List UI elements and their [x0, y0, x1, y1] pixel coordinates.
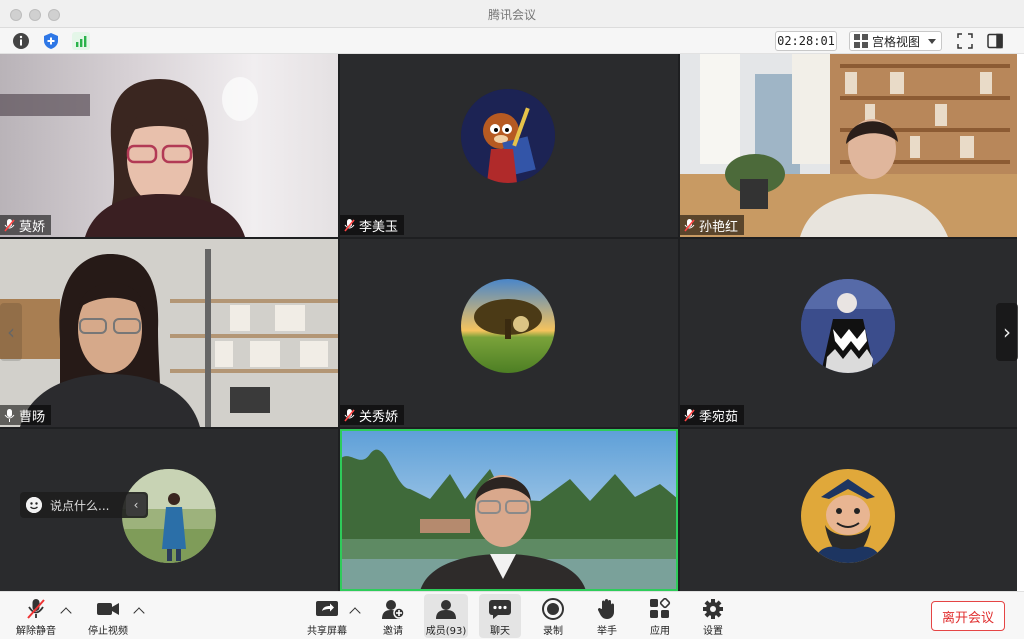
apps-icon: [648, 597, 672, 620]
members-icon: [434, 598, 458, 620]
participant-tile[interactable]: 孙艳红: [680, 54, 1017, 237]
prev-page-button[interactable]: ‹: [0, 303, 22, 361]
chat-button[interactable]: 聊天: [479, 594, 521, 638]
raise-hand-label: 举手: [597, 626, 617, 637]
participant-video: [340, 429, 678, 591]
window-title: 腾讯会议: [487, 8, 536, 22]
grid-view-icon: [854, 34, 868, 48]
shield-icon[interactable]: [41, 31, 61, 51]
participant-avatar: [801, 469, 895, 563]
meeting-window: 腾讯会议 02:28:01 宫格视图 莫娇 李美玉 孙艳红 曹旸 关秀娇 季宛茹…: [0, 0, 1024, 639]
share-screen-icon: [315, 598, 339, 620]
meeting-controls-bar: 解除静音 停止视频 共享屏幕 邀请 成员(93) 聊天 录制 举手 应用 设置 …: [0, 591, 1024, 639]
audio-options-chevron-icon[interactable]: [60, 607, 72, 619]
participant-name: 莫娇: [19, 219, 46, 235]
participant-avatar: [461, 279, 555, 373]
participant-tile[interactable]: 季宛茹: [680, 239, 1017, 427]
quick-chat-popup[interactable]: 说点什么... ‹: [20, 492, 148, 518]
participant-tile-active-speaker[interactable]: [340, 429, 678, 591]
participant-name: 曹旸: [19, 409, 46, 425]
fullscreen-icon[interactable]: [955, 31, 975, 51]
mic-muted-icon: [684, 408, 695, 422]
participant-tile[interactable]: 关秀娇: [340, 239, 678, 427]
emoji-icon[interactable]: [26, 497, 42, 513]
leave-meeting-button[interactable]: 离开会议: [931, 601, 1005, 631]
meeting-timer: 02:28:01: [775, 31, 837, 51]
settings-button[interactable]: 设置: [693, 594, 733, 638]
chat-input-placeholder[interactable]: 说点什么...: [50, 497, 109, 514]
video-options-chevron-icon[interactable]: [133, 607, 145, 619]
apps-button[interactable]: 应用: [640, 594, 680, 638]
mic-muted-icon: [684, 218, 695, 232]
participant-avatar: [461, 89, 555, 183]
participant-name: 孙艳红: [699, 219, 739, 235]
next-page-button[interactable]: ›: [996, 303, 1018, 361]
mic-muted-icon: [344, 218, 355, 232]
title-bar: 腾讯会议: [0, 0, 1024, 28]
members-button[interactable]: 成员(93): [424, 594, 468, 638]
participant-avatar: [801, 279, 895, 373]
share-screen-button[interactable]: 共享屏幕: [305, 594, 349, 638]
participant-name-tag: 曹旸: [0, 405, 52, 425]
participant-video: [0, 77, 258, 237]
settings-label: 设置: [703, 626, 723, 637]
gear-icon: [701, 598, 725, 620]
participant-video: [680, 54, 1017, 237]
mic-muted-icon: [24, 598, 48, 620]
participant-name-tag: 季宛茹: [680, 405, 745, 425]
stop-video-button[interactable]: 停止视频: [85, 594, 131, 638]
collapse-chat-button[interactable]: ‹: [126, 494, 146, 516]
participant-name-tag: 关秀娇: [340, 405, 405, 425]
chat-label: 聊天: [490, 626, 510, 637]
mic-muted-icon: [4, 218, 15, 232]
invite-button[interactable]: 邀请: [373, 594, 413, 638]
mic-muted-icon: [344, 408, 355, 422]
top-toolbar: 02:28:01 宫格视图: [0, 28, 1024, 54]
stop-video-label: 停止视频: [88, 626, 128, 637]
participant-name: 关秀娇: [359, 409, 399, 425]
add-user-icon: [381, 598, 405, 620]
participant-tile[interactable]: 李美玉: [340, 54, 678, 237]
participant-tile[interactable]: [680, 429, 1017, 591]
video-grid: 莫娇 李美玉 孙艳红 曹旸 关秀娇 季宛茹 › ‹ 说点什么... ‹: [0, 54, 1018, 591]
chevron-down-icon: [928, 39, 936, 44]
view-mode-select[interactable]: 宫格视图: [849, 31, 942, 51]
apps-label: 应用: [650, 626, 670, 637]
participant-tile[interactable]: 莫娇: [0, 54, 338, 237]
participant-video: [0, 239, 338, 427]
record-label: 录制: [543, 626, 563, 637]
participant-name-tag: 莫娇: [0, 215, 52, 235]
info-icon[interactable]: [11, 31, 31, 51]
unmute-button[interactable]: 解除静音: [14, 594, 58, 638]
signal-icon[interactable]: [71, 31, 91, 51]
share-screen-label: 共享屏幕: [307, 626, 347, 637]
raise-hand-button[interactable]: 举手: [587, 594, 627, 638]
camera-icon: [96, 598, 120, 620]
share-options-chevron-icon[interactable]: [349, 607, 361, 619]
participant-name-tag: 李美玉: [340, 215, 405, 235]
participant-name-tag: 孙艳红: [680, 215, 745, 235]
mic-icon: [4, 408, 15, 422]
sidebar-icon[interactable]: [985, 31, 1005, 51]
chevron-left-icon: ‹: [7, 320, 15, 344]
view-mode-label: 宫格视图: [872, 34, 921, 49]
participant-name: 李美玉: [359, 219, 399, 235]
hand-icon: [595, 598, 619, 620]
record-icon: [541, 598, 565, 620]
participant-tile[interactable]: 曹旸: [0, 239, 338, 427]
unmute-label: 解除静音: [16, 626, 56, 637]
chevron-left-icon: ‹: [133, 498, 139, 512]
chevron-right-icon: ›: [1003, 320, 1011, 344]
record-button[interactable]: 录制: [533, 594, 573, 638]
chat-icon: [488, 598, 512, 620]
invite-label: 邀请: [383, 626, 403, 637]
members-label: 成员(93): [425, 626, 467, 637]
participant-name: 季宛茹: [699, 409, 739, 425]
